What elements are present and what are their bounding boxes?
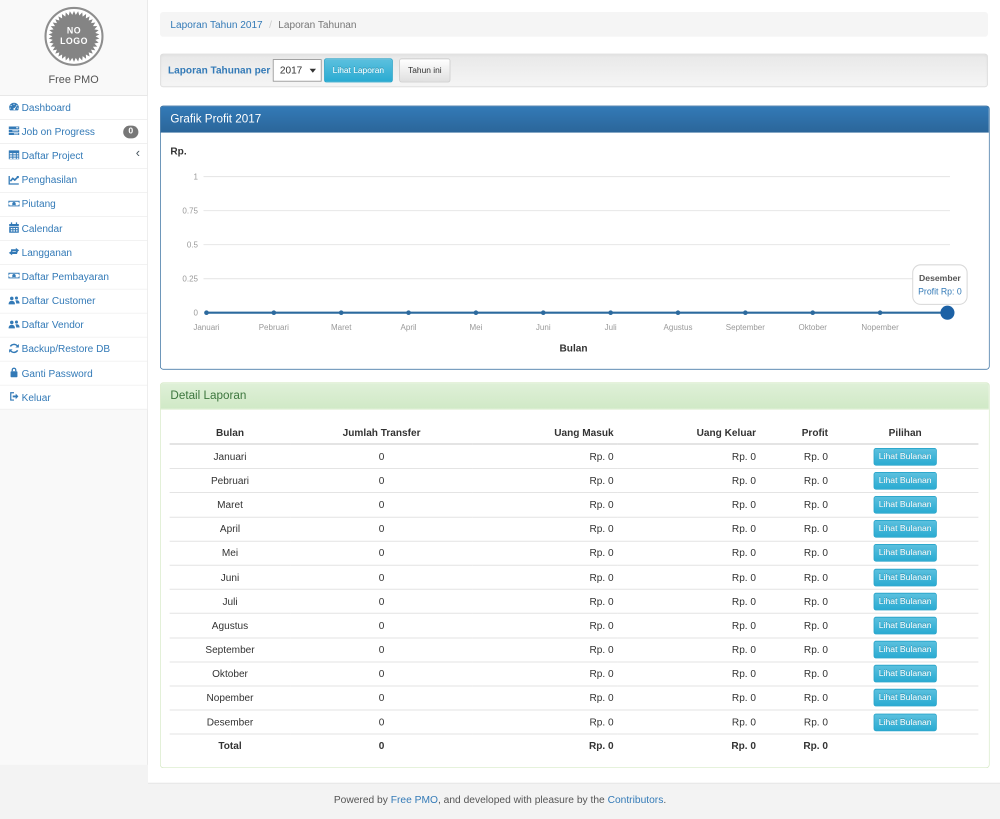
svg-text:0: 0 xyxy=(194,308,199,317)
svg-text:September: September xyxy=(726,323,765,332)
svg-text:Desember: Desember xyxy=(919,273,961,283)
svg-text:Pebruari: Pebruari xyxy=(259,323,289,332)
svg-text:1: 1 xyxy=(194,172,199,181)
svg-text:Bulan: Bulan xyxy=(560,343,588,354)
svg-text:Juli: Juli xyxy=(605,323,617,332)
svg-text:Juni: Juni xyxy=(536,323,551,332)
svg-text:0.75: 0.75 xyxy=(182,206,198,215)
svg-text:Mei: Mei xyxy=(469,323,482,332)
svg-text:Oktober: Oktober xyxy=(798,323,827,332)
svg-text:0.5: 0.5 xyxy=(187,240,199,249)
svg-text:Agustus: Agustus xyxy=(664,323,693,332)
svg-text:Januari: Januari xyxy=(193,323,219,332)
svg-text:NO: NO xyxy=(67,26,81,36)
svg-text:Rp.: Rp. xyxy=(170,146,186,157)
svg-text:Profit Rp: 0: Profit Rp: 0 xyxy=(918,286,962,296)
svg-text:LOGO: LOGO xyxy=(60,36,88,46)
svg-text:April: April xyxy=(401,323,417,332)
svg-text:Maret: Maret xyxy=(331,323,352,332)
svg-text:Nopember: Nopember xyxy=(861,323,899,332)
svg-text:0.25: 0.25 xyxy=(182,274,198,283)
